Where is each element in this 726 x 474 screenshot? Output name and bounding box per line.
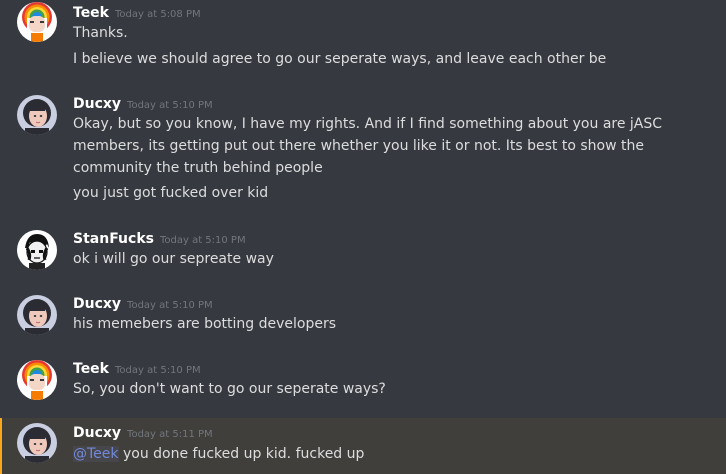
message-text: his memebers are botting developers [73, 316, 337, 332]
message-text: I believe we should agree to go our sepe… [73, 51, 607, 67]
rainbow-hair-avatar-icon[interactable] [17, 2, 57, 42]
author-name[interactable]: Ducxy [73, 96, 121, 112]
author-name[interactable]: Ducxy [73, 296, 121, 312]
chat-messages: Teek Today at 5:08 PM Thanks. I believe w… [0, 0, 726, 474]
user-mention[interactable]: @Teek [73, 446, 119, 462]
message-timestamp: Today at 5:10 PM [127, 300, 213, 311]
message-group: StanFucks Today at 5:10 PM ok i will go o… [0, 221, 726, 281]
message-text: you just got fucked over kid [73, 185, 269, 201]
message-timestamp: Today at 5:08 PM [115, 9, 201, 20]
message-text: ok i will go our sepreate way [73, 251, 274, 267]
message-text: So, you don't want to go our seperate wa… [73, 381, 386, 397]
mentioned-message-group: Ducxy Today at 5:11 PM @Teek you done fuc… [0, 418, 726, 474]
message-group: Ducxy Today at 5:10 PM Okay, but so you k… [0, 86, 726, 210]
girl-portrait-avatar-icon[interactable] [17, 95, 57, 135]
message-text: @Teek you done fucked up kid. fucked up [73, 443, 719, 465]
author-name[interactable]: Teek [73, 361, 109, 377]
message-timestamp: Today at 5:11 PM [127, 429, 213, 440]
message-timestamp: Today at 5:10 PM [159, 235, 246, 246]
author-name[interactable]: Teek [73, 5, 109, 21]
message-text-body: you done fucked up kid. fucked up [118, 446, 365, 462]
message-group: Ducxy Today at 5:10 PM his memebers are b… [0, 286, 726, 346]
girl-portrait-avatar-icon[interactable] [17, 423, 57, 463]
message-group: Teek Today at 5:10 PM So, you don't want … [0, 351, 726, 411]
author-name[interactable]: Ducxy [73, 425, 121, 441]
author-name[interactable]: StanFucks [73, 231, 154, 247]
message-text: Okay, but so you know, I have my rights.… [73, 116, 663, 176]
message-group: Teek Today at 5:08 PM Thanks. I believe w… [0, 0, 726, 80]
message-text: Thanks. [73, 25, 128, 41]
girl-portrait-avatar-icon[interactable] [17, 295, 57, 335]
rainbow-hair-avatar-icon[interactable] [17, 360, 57, 400]
cartoon-face-avatar-icon[interactable] [17, 230, 57, 270]
message-timestamp: Today at 5:10 PM [115, 365, 201, 376]
message-timestamp: Today at 5:10 PM [127, 100, 213, 111]
